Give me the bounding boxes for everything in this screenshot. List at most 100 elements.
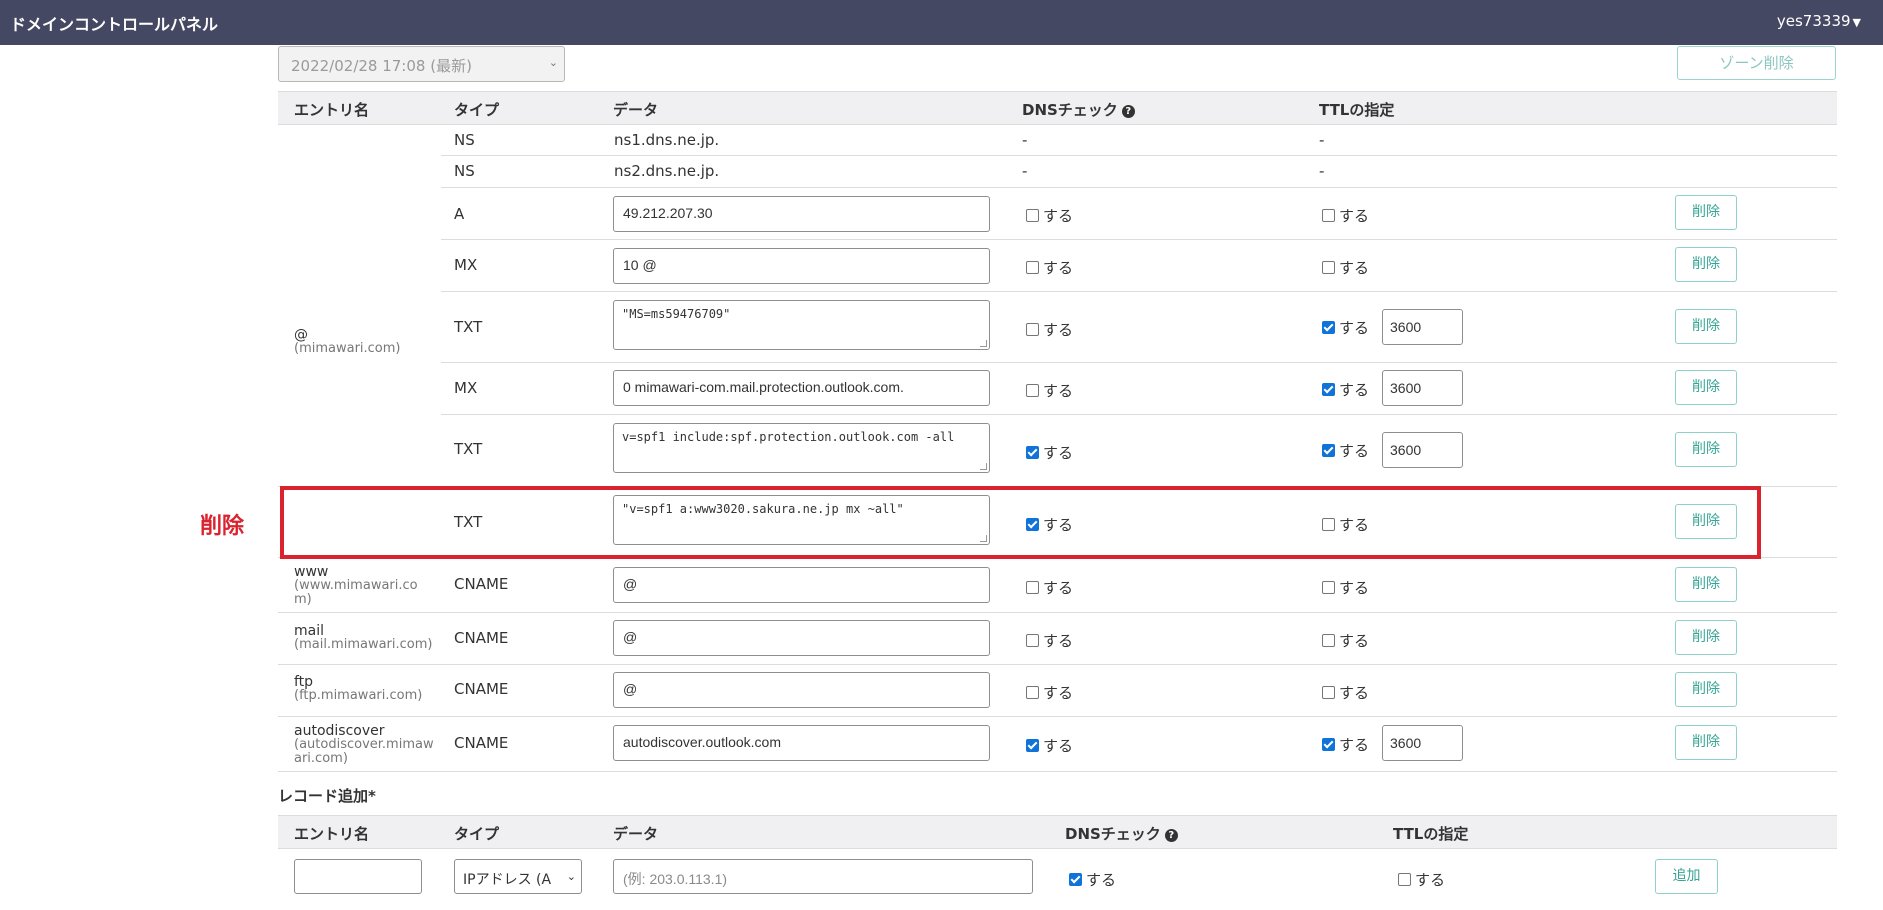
checkbox-label: する — [1043, 737, 1074, 755]
row-divider — [441, 155, 1837, 156]
entry-autodiscover: autodiscover (autodiscover.mimaw ari.com… — [294, 724, 434, 766]
checkbox-icon — [1322, 686, 1335, 699]
dns-check-checkbox[interactable]: する — [1026, 380, 1073, 401]
caret-down-icon: ▼ — [1852, 16, 1861, 29]
checkbox-checked-icon — [1069, 873, 1082, 886]
record-type: CNAME — [454, 734, 509, 752]
user-menu[interactable]: yes73339 ▼ — [1777, 12, 1861, 30]
ttl-checkbox[interactable]: する — [1322, 577, 1369, 598]
highlight-box — [280, 486, 1761, 559]
ttl-input[interactable]: 3600 — [1382, 309, 1463, 345]
ttl-checkbox[interactable]: する — [1322, 630, 1369, 651]
record-data-input[interactable]: @ — [613, 672, 990, 708]
annotation-label: 削除 — [200, 514, 245, 539]
record-data-input[interactable]: 49.212.207.30 — [613, 196, 990, 232]
new-dns-check-checkbox[interactable]: する — [1069, 869, 1116, 890]
ttl-na: - — [1319, 162, 1325, 180]
checkbox-label: する — [1339, 632, 1370, 650]
record-data-input[interactable]: @ — [613, 620, 990, 656]
entry-name: @ — [294, 327, 308, 343]
checkbox-label: する — [1339, 736, 1370, 754]
app-title: ドメインコントロールパネル — [10, 15, 219, 34]
delete-record-button[interactable]: 削除 — [1675, 195, 1737, 230]
record-type: CNAME — [454, 575, 509, 593]
ttl-checkbox[interactable]: する — [1322, 440, 1369, 461]
record-data-textarea[interactable]: v=spf1 include:spf.protection.outlook.co… — [613, 423, 990, 473]
checkbox-icon — [1026, 261, 1039, 274]
ttl-checkbox[interactable]: する — [1322, 257, 1369, 278]
new-entry-name-input[interactable] — [294, 859, 422, 894]
header-entry: エントリ名 — [294, 825, 370, 843]
delete-record-button[interactable]: 削除 — [1675, 370, 1737, 405]
record-data: ns1.dns.ne.jp. — [614, 131, 720, 149]
header-ttl: TTLの指定 — [1393, 825, 1469, 843]
row-divider — [278, 664, 1837, 665]
checkbox-checked-icon — [1322, 383, 1335, 396]
help-icon[interactable]: ? — [1164, 829, 1178, 842]
delete-record-button[interactable]: 削除 — [1675, 432, 1737, 467]
ttl-input[interactable]: 3600 — [1382, 370, 1463, 406]
ttl-input[interactable]: 3600 — [1382, 432, 1463, 468]
record-data-textarea[interactable]: "MS=ms59476709" — [613, 300, 990, 350]
dns-check-checkbox[interactable]: する — [1026, 442, 1073, 463]
record-data-input[interactable]: 0 mimawari-com.mail.protection.outlook.c… — [613, 370, 990, 406]
header-type: タイプ — [454, 825, 500, 843]
checkbox-label: する — [1043, 579, 1074, 597]
checkbox-icon — [1322, 634, 1335, 647]
new-ttl-checkbox[interactable]: する — [1398, 869, 1445, 890]
help-icon[interactable]: ? — [1121, 105, 1135, 118]
record-type: A — [454, 205, 465, 223]
dns-check-na: - — [1022, 162, 1028, 180]
ttl-input[interactable]: 3600 — [1382, 725, 1463, 761]
delete-record-button[interactable]: 削除 — [1675, 247, 1737, 282]
dns-check-checkbox[interactable]: する — [1026, 205, 1073, 226]
dns-check-checkbox[interactable]: する — [1026, 735, 1073, 756]
ttl-checkbox[interactable]: する — [1322, 205, 1369, 226]
ttl-checkbox[interactable]: する — [1322, 379, 1369, 400]
delete-record-button[interactable]: 削除 — [1675, 620, 1737, 655]
row-divider — [278, 612, 1837, 613]
record-type: CNAME — [454, 629, 509, 647]
dns-check-na: - — [1022, 131, 1028, 149]
entry-domain-wrap: m) — [294, 592, 312, 607]
new-record-data-input[interactable]: (例: 203.0.113.1) — [613, 859, 1033, 894]
header-data: データ — [613, 825, 659, 843]
checkbox-label: する — [1339, 207, 1370, 225]
header-dns-check: DNSチェック? — [1065, 823, 1178, 844]
delete-record-button[interactable]: 削除 — [1675, 309, 1737, 344]
checkbox-icon — [1026, 384, 1039, 397]
dns-check-checkbox[interactable]: する — [1026, 257, 1073, 278]
row-divider — [441, 362, 1837, 363]
dns-check-checkbox[interactable]: する — [1026, 577, 1073, 598]
row-divider — [441, 239, 1837, 240]
header-entry: エントリ名 — [294, 101, 370, 119]
add-record-button[interactable]: 追加 — [1655, 859, 1718, 894]
dns-check-checkbox[interactable]: する — [1026, 682, 1073, 703]
records-table-header: エントリ名 タイプ データ DNSチェック? TTLの指定 — [278, 91, 1837, 125]
record-data-input[interactable]: autodiscover.outlook.com — [613, 725, 990, 761]
dns-check-checkbox[interactable]: する — [1026, 630, 1073, 651]
record-data-input[interactable]: 10 @ — [613, 248, 990, 284]
checkbox-icon — [1026, 581, 1039, 594]
delete-record-button[interactable]: 削除 — [1675, 725, 1737, 760]
record-data-input[interactable]: @ — [613, 567, 990, 603]
checkbox-checked-icon — [1322, 444, 1335, 457]
checkbox-label: する — [1339, 319, 1370, 337]
ttl-checkbox[interactable]: する — [1322, 734, 1369, 755]
add-record-title: レコード追加* — [278, 787, 376, 805]
delete-record-button[interactable]: 削除 — [1675, 567, 1737, 602]
entry-ftp: ftp (ftp.mimawari.com) — [294, 675, 422, 703]
record-type: NS — [454, 162, 475, 180]
chevron-down-icon: ⌄ — [548, 56, 558, 69]
entry-domain: (autodiscover.mimaw — [294, 737, 434, 752]
header-dns-check: DNSチェック? — [1022, 99, 1135, 120]
ttl-checkbox[interactable]: する — [1322, 317, 1369, 338]
zone-delete-button[interactable]: ゾーン削除 — [1677, 46, 1836, 80]
user-name: yes73339 — [1776, 12, 1851, 30]
delete-record-button[interactable]: 削除 — [1675, 672, 1737, 707]
checkbox-label: する — [1043, 207, 1074, 225]
new-record-type-select[interactable]: IPアドレス (A ⌄ — [454, 859, 582, 894]
ttl-checkbox[interactable]: する — [1322, 682, 1369, 703]
zone-version-select[interactable]: 2022/02/28 17:08 (最新) ⌄ — [278, 46, 565, 82]
dns-check-checkbox[interactable]: する — [1026, 319, 1073, 340]
